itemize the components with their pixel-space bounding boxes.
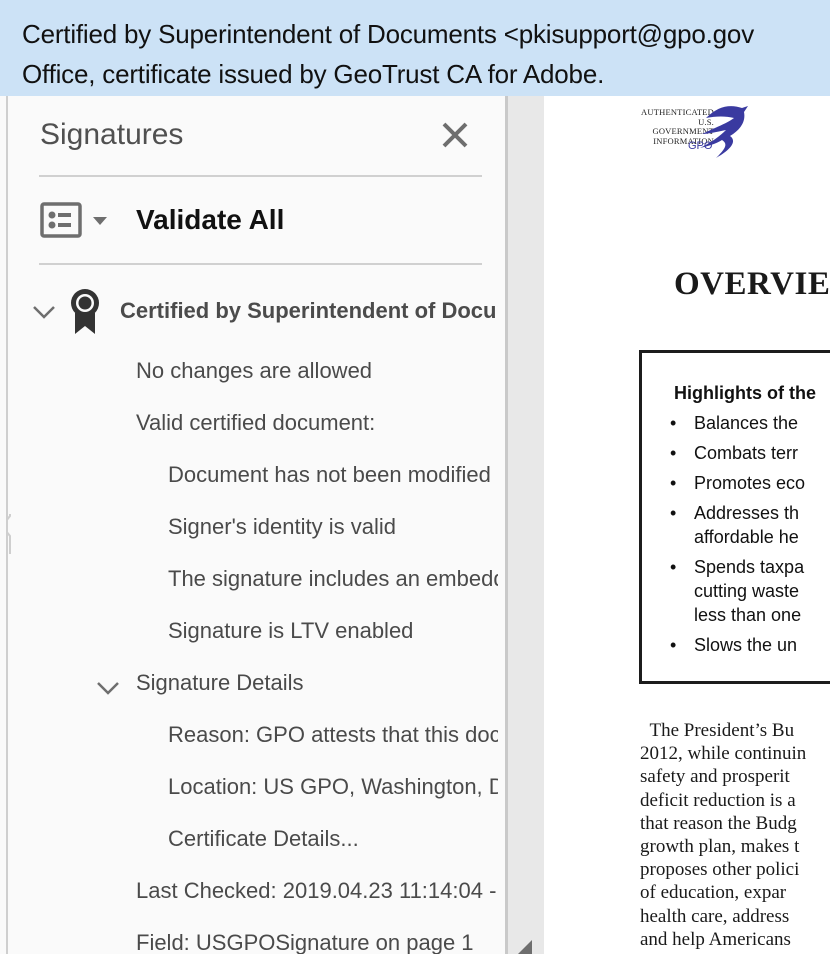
body-line: health care, address [640, 905, 790, 927]
highlight-line: Addresses th [694, 503, 800, 523]
certification-seal-icon [71, 289, 99, 334]
highlight-item: Addresses th affordable he [670, 501, 800, 549]
panel-title: Signatures [40, 118, 184, 151]
tree-item[interactable]: Signature is LTV enabled [168, 618, 498, 644]
highlight-item: Slows the un [670, 633, 797, 657]
tree-item[interactable]: Valid certified document: [136, 410, 498, 436]
body-line: safety and prosperit [640, 766, 790, 788]
highlights-title: Highlights of the [674, 383, 816, 403]
signatures-panel: Signatures Validate All Certified by Sup… [6, 96, 508, 954]
document-body: The President’s Bu 2012, while continuin… [640, 719, 830, 951]
eagle-icon [700, 106, 748, 158]
highlight-line: cutting waste [694, 581, 800, 601]
body-line: of education, expar [640, 882, 787, 904]
chevron-down-icon[interactable] [96, 680, 120, 696]
body-line: The President’s Bu [640, 720, 795, 741]
resize-grip-icon[interactable] [518, 940, 532, 954]
body-line: proposes other polici [640, 859, 800, 881]
document-page: AUTHENTICATED U.S. GOVERNMENT INFORMATIO… [544, 96, 830, 954]
highlight-line: Spends taxpa [694, 557, 805, 577]
certificate-details-link[interactable]: Certificate Details... [168, 826, 498, 852]
divider [39, 263, 482, 265]
highlight-item: Promotes eco [670, 471, 805, 495]
body-line: 2012, while continuin [640, 743, 807, 765]
gpo-logo: AUTHENTICATED U.S. GOVERNMENT INFORMATIO… [636, 104, 756, 162]
chevron-down-icon[interactable] [32, 304, 56, 320]
body-line: growth plan, makes t [640, 835, 800, 857]
highlight-line: affordable he [694, 527, 799, 547]
tree-item[interactable]: The signature includes an embedded times… [168, 566, 498, 592]
tree-item[interactable]: Document has not been modified [168, 462, 498, 488]
validate-all-button[interactable]: Validate All [136, 204, 284, 236]
document-heading: OVERVIEW [674, 266, 830, 302]
highlight-item: Balances the [670, 411, 798, 435]
close-icon[interactable] [438, 118, 472, 152]
signature-root-item[interactable]: Certified by Superintendent of Documents [120, 298, 498, 324]
panel-gutter [508, 96, 544, 954]
signature-field: Field: USGPOSignature on page 1 [136, 930, 474, 954]
tree-item[interactable]: Signer's identity is valid [168, 514, 498, 540]
body-line: and help Americans [640, 928, 791, 950]
highlight-line: less than one [694, 605, 802, 625]
highlight-item: Spends taxpa cutting waste less than one [670, 555, 805, 627]
signature-tooltip: Certified by Superintendent of Documents… [0, 0, 830, 96]
highlights-box: Highlights of the Balances the Combats t… [639, 350, 830, 684]
tree-item[interactable]: Reason: GPO attests that this document [168, 722, 498, 748]
tooltip-line: Certified by Superintendent of Documents… [22, 19, 754, 49]
divider [39, 175, 482, 177]
caret-down-icon[interactable] [92, 216, 108, 226]
list-view-icon[interactable] [40, 202, 82, 238]
tree-item[interactable]: No changes are allowed [136, 358, 498, 384]
last-checked: Last Checked: 2019.04.23 11:14:04 - [136, 878, 497, 903]
signature-details-group[interactable]: Signature Details [136, 670, 498, 696]
panel-collapse-notch[interactable] [8, 514, 18, 554]
highlight-item: Combats terr [670, 441, 798, 465]
body-line: that reason the Budg [640, 812, 797, 834]
tooltip-line: Office, certificate issued by GeoTrust C… [22, 59, 605, 89]
tree-item[interactable]: Location: US GPO, Washington, DC [168, 774, 498, 800]
body-line: deficit reduction is a [640, 789, 796, 811]
